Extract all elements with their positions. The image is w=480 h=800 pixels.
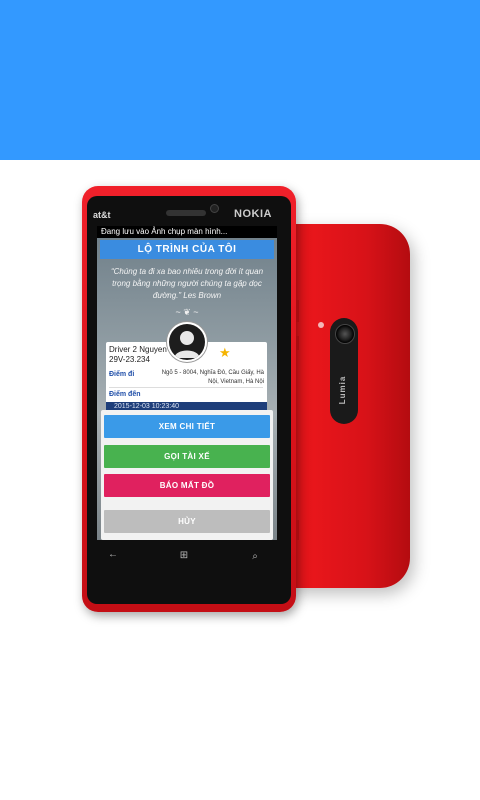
earpiece-speaker — [166, 210, 206, 216]
driver-name: Driver 2 Nguyen — [109, 345, 167, 354]
quote-text: “Chúng ta đi xa bao nhiêu trong đời ít q… — [110, 267, 264, 300]
license-plate: 29V-23.234 — [109, 355, 150, 364]
back-arrow-icon[interactable]: ← — [108, 550, 118, 560]
star-icon[interactable]: ★ — [219, 345, 231, 361]
cancel-button[interactable]: HỦY — [104, 510, 270, 533]
carrier-logo: at&t — [93, 210, 111, 220]
camera-button — [296, 520, 299, 540]
windows-start-icon[interactable]: ⊞ — [179, 551, 189, 561]
avatar-icon — [169, 324, 205, 360]
report-lost-item-button[interactable]: BÁO MẤT ĐỒ — [104, 474, 270, 497]
search-icon[interactable]: ⌕ — [250, 552, 260, 562]
origin-label: Điểm đi — [109, 371, 135, 378]
flourish-ornament: ~ ❦ ~ — [175, 307, 199, 317]
screenshot-toast: Đang lưu vào Ảnh chụp màn hình... — [97, 226, 277, 238]
page-title: LỘ TRÌNH CỦA TÔI — [100, 240, 274, 259]
power-button — [296, 336, 299, 350]
top-banner — [0, 0, 480, 160]
volume-button — [296, 300, 299, 322]
camera-logo: Lumia — [338, 375, 347, 405]
view-detail-button[interactable]: XEM CHI TIẾT — [104, 415, 270, 438]
flash-icon — [318, 322, 324, 328]
origin-address: Ngõ 5 - 8004, Nghĩa Đô, Cầu Giấy, Hà Nội… — [161, 370, 264, 385]
call-driver-button[interactable]: GỌI TÀI XẾ — [104, 445, 270, 468]
brand-logo: NOKIA — [234, 208, 272, 220]
camera-lens-icon — [335, 324, 355, 344]
divider — [109, 387, 263, 388]
destination-label: Điểm đến — [109, 391, 141, 398]
front-camera-icon — [210, 204, 219, 213]
